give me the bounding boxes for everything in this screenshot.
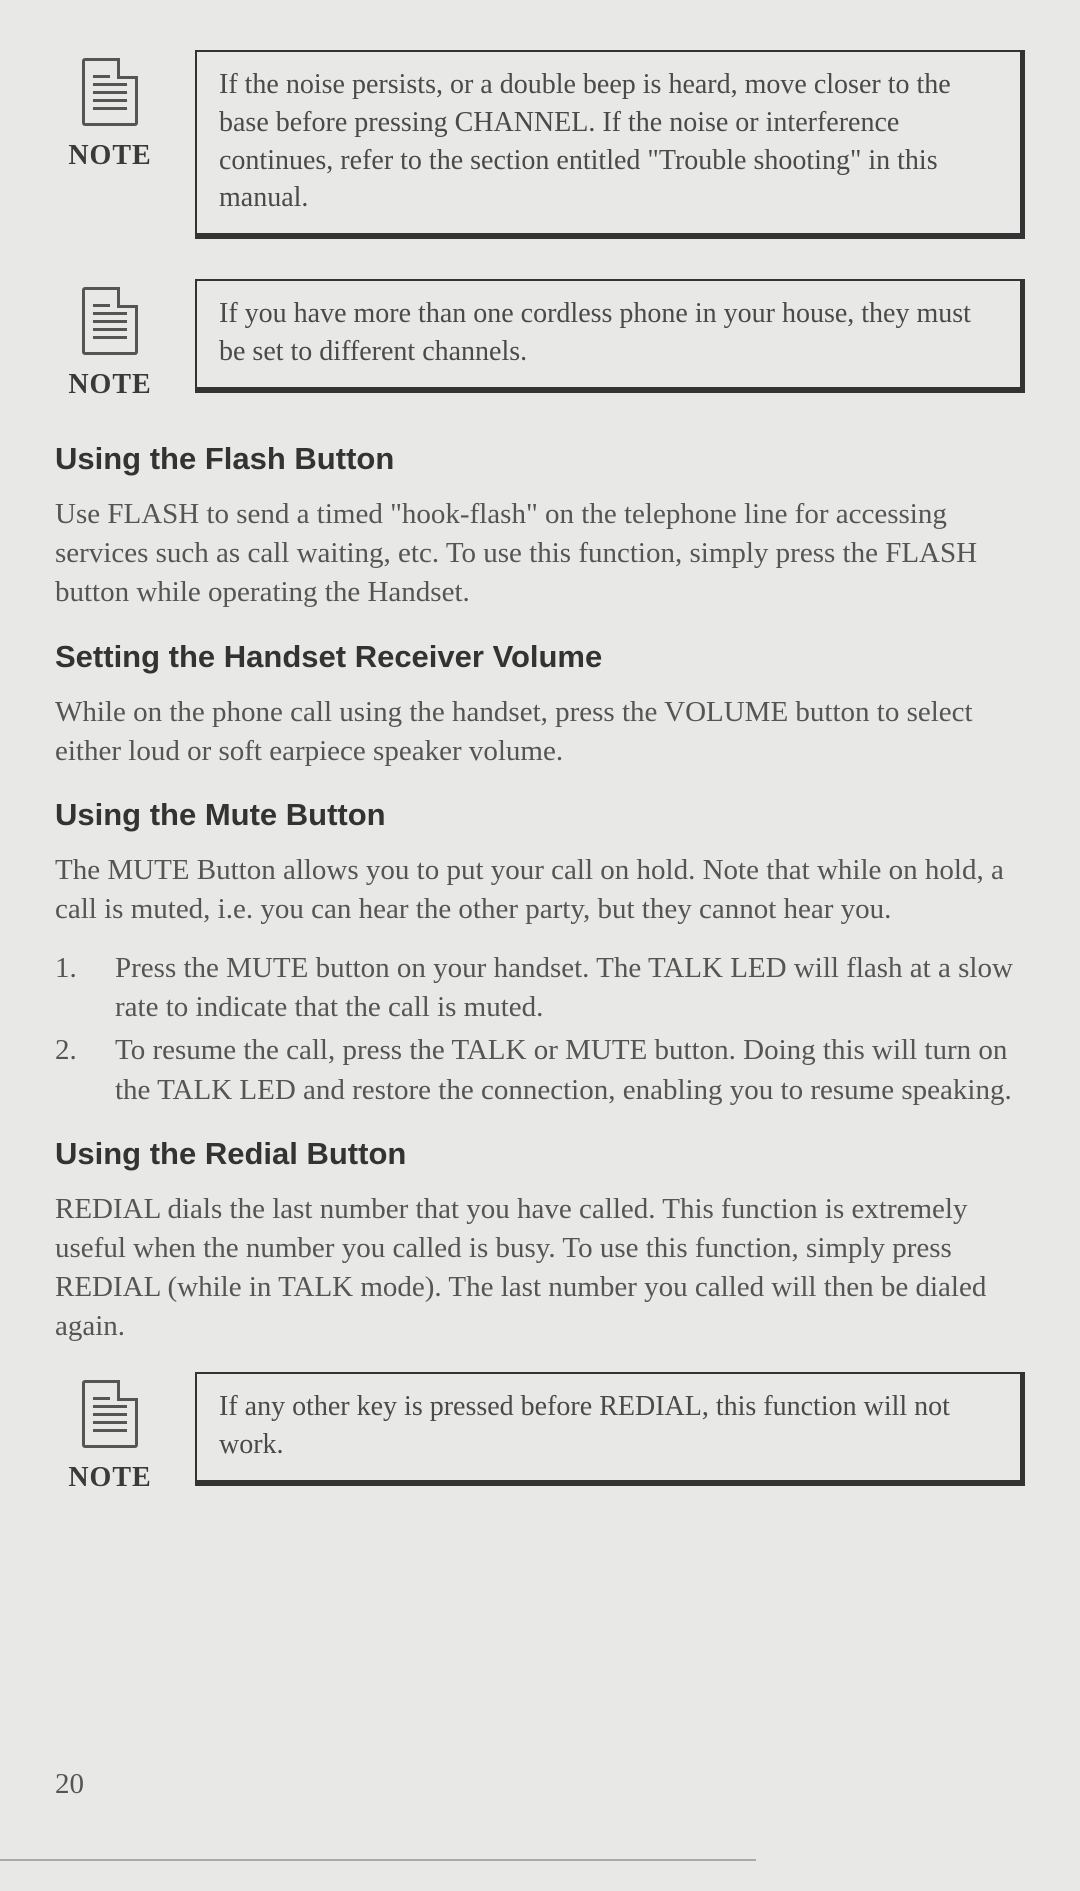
heading-flash: Using the Flash Button <box>55 441 1025 477</box>
note-label: NOTE <box>68 369 151 401</box>
list-item: Press the MUTE button on your handset. T… <box>55 949 1025 1027</box>
note-block-1: NOTE If the noise persists, or a double … <box>55 50 1025 239</box>
note-box-3: If any other key is pressed before REDIA… <box>195 1372 1025 1486</box>
heading-redial: Using the Redial Button <box>55 1136 1025 1172</box>
mute-steps-list: Press the MUTE button on your handset. T… <box>55 949 1025 1110</box>
body-flash: Use FLASH to send a timed "hook-flash" o… <box>55 495 1025 612</box>
body-mute: The MUTE Button allows you to put your c… <box>55 851 1025 929</box>
heading-mute: Using the Mute Button <box>55 797 1025 833</box>
heading-volume: Setting the Handset Receiver Volume <box>55 639 1025 675</box>
note-box-1: If the noise persists, or a double beep … <box>195 50 1025 239</box>
note-label: NOTE <box>68 1462 151 1494</box>
note-icon-column: NOTE <box>55 50 165 172</box>
page-number: 20 <box>55 1768 84 1801</box>
note-label: NOTE <box>68 140 151 172</box>
note-block-2: NOTE If you have more than one cordless … <box>55 279 1025 401</box>
document-icon <box>82 1380 138 1448</box>
body-volume: While on the phone call using the handse… <box>55 693 1025 771</box>
list-item: To resume the call, press the TALK or MU… <box>55 1031 1025 1109</box>
note-icon-column: NOTE <box>55 1372 165 1494</box>
note-icon-column: NOTE <box>55 279 165 401</box>
body-redial: REDIAL dials the last number that you ha… <box>55 1190 1025 1347</box>
page-divider <box>0 1859 756 1861</box>
note-block-3: NOTE If any other key is pressed before … <box>55 1372 1025 1494</box>
note-box-2: If you have more than one cordless phone… <box>195 279 1025 393</box>
document-icon <box>82 287 138 355</box>
document-icon <box>82 58 138 126</box>
